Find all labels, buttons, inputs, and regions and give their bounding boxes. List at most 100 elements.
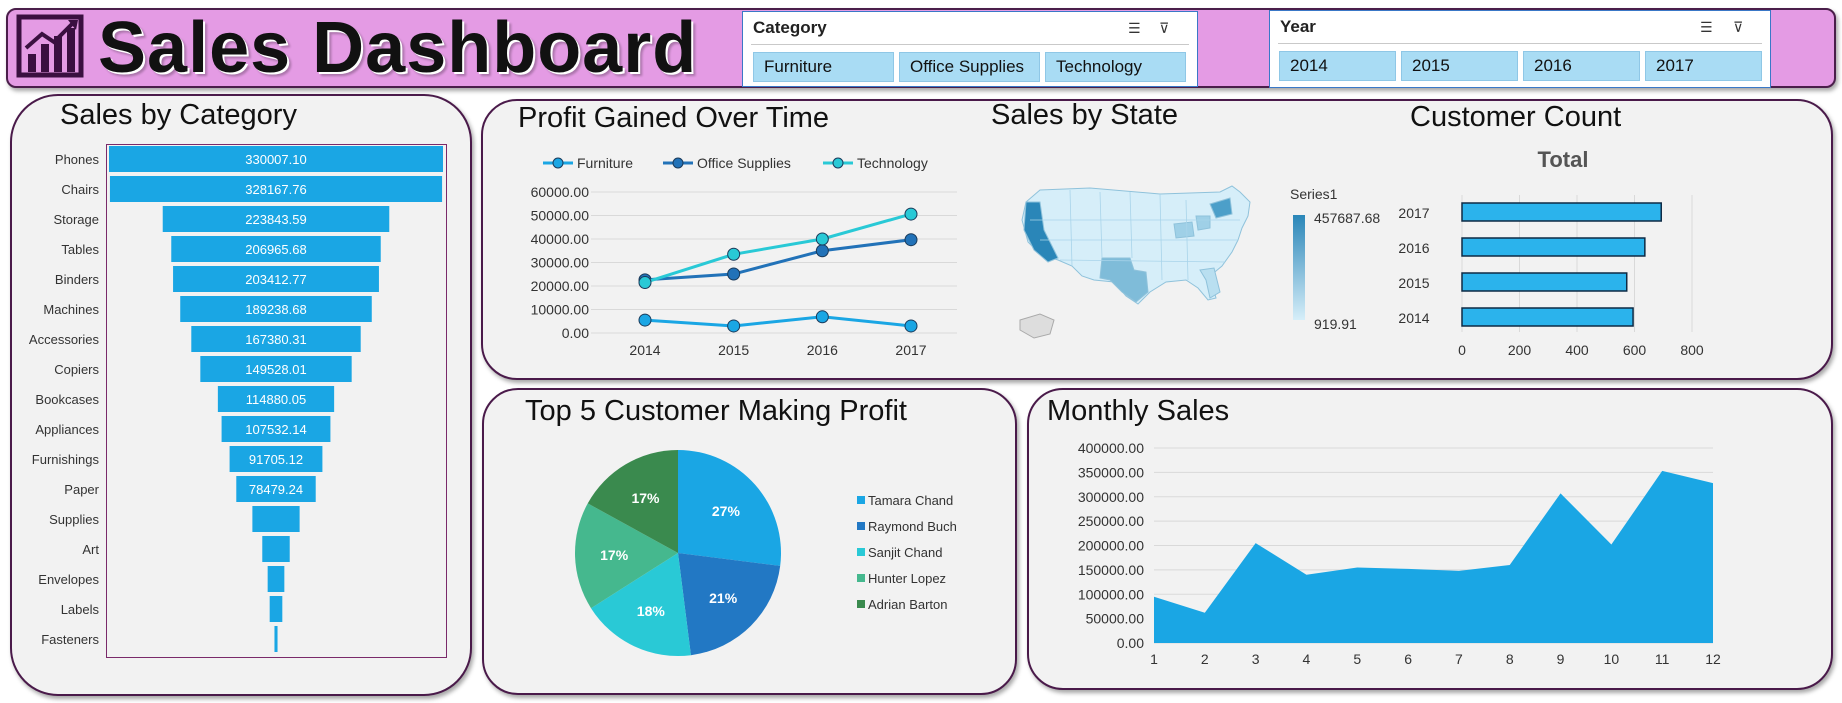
y-tick-label: 150000.00: [1078, 562, 1144, 578]
category-value-label: 107532.14: [245, 422, 306, 437]
pie-slice-label: 17%: [631, 490, 660, 506]
x-tick-label: 800: [1680, 342, 1704, 358]
x-tick-label: 2015: [718, 342, 749, 358]
x-tick-label: 0: [1458, 342, 1466, 358]
legend-swatch: [857, 600, 865, 608]
category-label: Art: [82, 542, 99, 557]
multi-select-icon[interactable]: ☰: [1700, 19, 1713, 36]
us-map: [1019, 185, 1251, 339]
year-slicer-title: Year: [1280, 17, 1316, 36]
profit-point: [904, 319, 918, 333]
alaska-state: [1019, 313, 1055, 339]
category-label: Chairs: [61, 182, 99, 197]
category-label: Phones: [55, 152, 100, 167]
customer-count-title: Customer Count: [1410, 101, 1622, 133]
y-tick-label: 50000.00: [1086, 611, 1145, 627]
category-label: Accessories: [29, 332, 100, 347]
category-label: Tables: [61, 242, 99, 257]
y-tick-label: 250000.00: [1078, 513, 1144, 529]
year-label: 2014: [1398, 310, 1429, 326]
top5-customers-chart: 27% Tamara Chand 21% Raymond Buch 18% Sanjit …: [575, 450, 957, 656]
multi-select-icon[interactable]: ☰: [1128, 20, 1141, 37]
year-2014-button[interactable]: 2014: [1279, 51, 1396, 81]
x-tick-label: 6: [1404, 651, 1412, 667]
x-tick-label: 2: [1201, 651, 1209, 667]
customer-count-bar: [1461, 202, 1662, 222]
category-value-label: 189238.68: [245, 302, 306, 317]
profit-point: [727, 319, 741, 333]
category-bar: [252, 506, 300, 532]
category-value-label: 149528.01: [245, 362, 306, 377]
category-office-supplies-button[interactable]: Office Supplies: [899, 52, 1040, 82]
monthly-sales-chart: 0.00 50000.00 100000.00 150000.00 200000.00 2…: [1078, 440, 1721, 667]
category-label: Storage: [53, 212, 99, 227]
y-tick-label: 0.00: [1117, 635, 1144, 651]
category-label: Copiers: [54, 362, 99, 377]
x-tick-label: 9: [1557, 651, 1565, 667]
x-tick-label: 5: [1353, 651, 1361, 667]
clear-filter-icon[interactable]: ⊽: [1159, 20, 1169, 37]
legend-label: Hunter Lopez: [868, 571, 946, 586]
profit-point: [815, 244, 829, 258]
year-2015-button[interactable]: 2015: [1401, 51, 1518, 81]
x-tick-label: 2017: [895, 342, 926, 358]
profit-over-time-chart: 0.00 10000.00 20000.00 30000.00 40000.00 5000…: [531, 155, 957, 358]
map-legend-max: 457687.68: [1314, 210, 1381, 226]
profit-point: [904, 207, 918, 221]
category-label: Furnishings: [32, 452, 100, 467]
category-value-label: 330007.10: [245, 152, 306, 167]
year-2016-button[interactable]: 2016: [1523, 51, 1640, 81]
sales-by-state-title: Sales by State: [991, 99, 1178, 131]
sales-by-category-chart: Phones 330007.10 Chairs 328167.76 Storage 223…: [29, 146, 443, 652]
profit-point: [815, 232, 829, 246]
legend-label: Office Supplies: [697, 155, 791, 171]
customer-count-bar: [1461, 307, 1634, 327]
y-tick-label: 200000.00: [1078, 538, 1144, 554]
category-bar: [262, 536, 290, 562]
customer-count-chart: Total 0 200 400 600 800 2017 2016 2015 2014: [1398, 147, 1704, 358]
legend-label: Furniture: [577, 155, 633, 171]
pie-slice-label: 18%: [637, 603, 666, 619]
category-slicer: Category ☰ ⊽ Furniture Office Supplies T…: [742, 11, 1198, 87]
category-slicer-title: Category: [753, 18, 827, 37]
profit-series-line: [644, 315, 912, 328]
category-value-label: 78479.24: [249, 482, 303, 497]
category-bar: [267, 566, 285, 592]
year-label: 2015: [1398, 275, 1429, 291]
legend-swatch: [857, 496, 865, 504]
y-tick-label: 0.00: [562, 325, 589, 341]
x-tick-label: 2014: [629, 342, 660, 358]
legend-label: Raymond Buch: [868, 519, 957, 534]
category-technology-button[interactable]: Technology: [1045, 52, 1186, 82]
x-tick-label: 11: [1655, 651, 1670, 667]
profit-point: [815, 310, 829, 324]
category-label: Paper: [64, 482, 99, 497]
y-tick-label: 100000.00: [1078, 586, 1144, 602]
x-tick-label: 7: [1455, 651, 1463, 667]
x-tick-label: 200: [1508, 342, 1532, 358]
year-2017-button[interactable]: 2017: [1645, 51, 1762, 81]
y-tick-label: 50000.00: [531, 208, 590, 224]
category-label: Bookcases: [35, 392, 99, 407]
pie-slice-label: 17%: [600, 547, 629, 563]
category-value-label: 114880.05: [246, 392, 307, 407]
y-tick-label: 40000.00: [531, 231, 590, 247]
legend-swatch: [857, 522, 865, 530]
x-tick-label: 8: [1506, 651, 1514, 667]
map-legend-title: Series1: [1290, 186, 1338, 202]
legend-marker: [552, 157, 564, 169]
profit-point: [638, 313, 652, 327]
legend-label: Adrian Barton: [868, 597, 948, 612]
x-tick-label: 4: [1303, 651, 1311, 667]
legend-label: Sanjit Chand: [868, 545, 942, 560]
category-bar: [274, 626, 278, 652]
category-value-label: 328167.76: [245, 182, 306, 197]
legend-marker: [672, 157, 684, 169]
profit-point: [904, 233, 918, 247]
category-label: Appliances: [35, 422, 99, 437]
category-furniture-button[interactable]: Furniture: [753, 52, 894, 82]
category-value-label: 206965.68: [245, 242, 306, 257]
y-tick-label: 20000.00: [531, 278, 590, 294]
legend-swatch: [857, 574, 865, 582]
clear-filter-icon[interactable]: ⊽: [1733, 19, 1743, 36]
